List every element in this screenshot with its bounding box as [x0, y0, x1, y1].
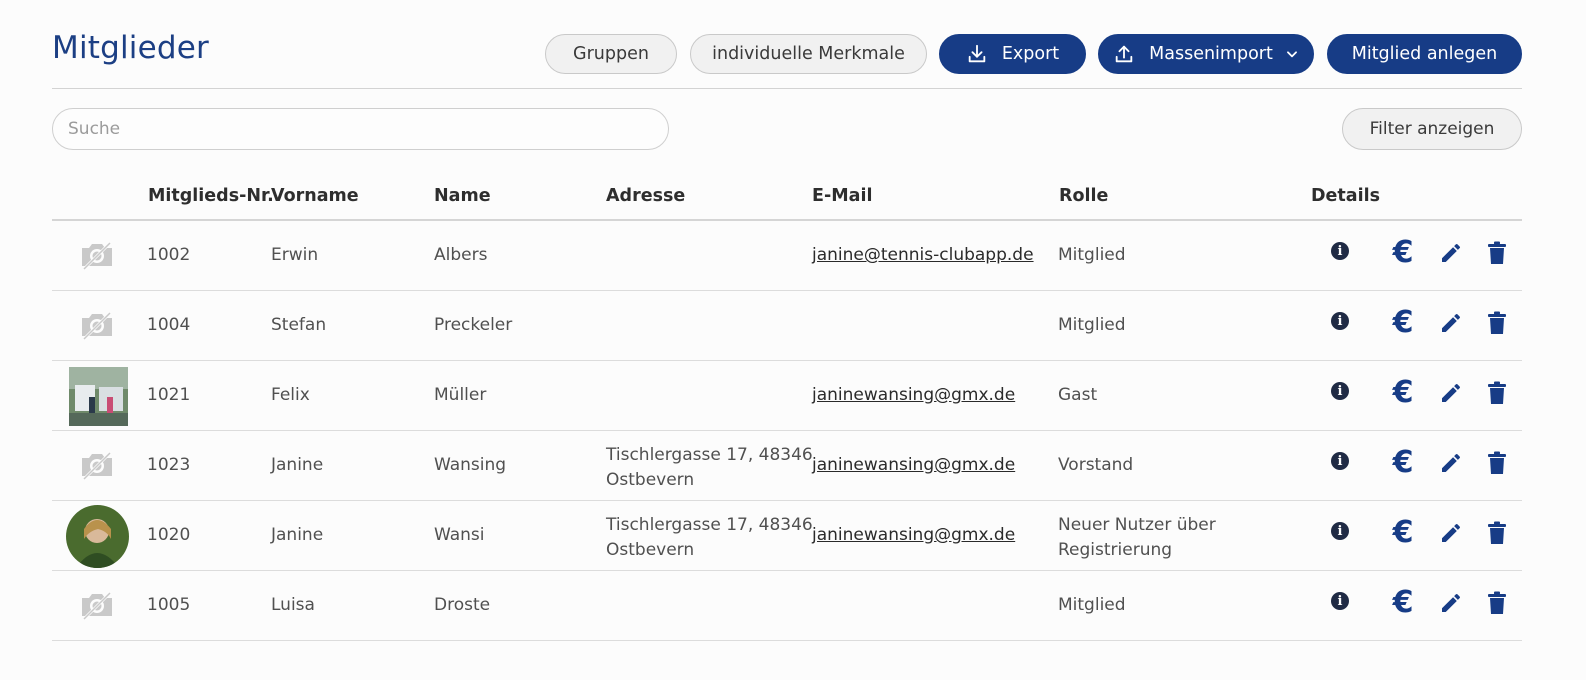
header-lastname[interactable]: Name — [434, 186, 491, 206]
header-email[interactable]: E-Mail — [812, 186, 872, 206]
member-lastname: Wansi — [434, 525, 485, 545]
member-number: 1004 — [147, 315, 191, 335]
member-role: Vorstand — [1058, 455, 1134, 475]
filter-toggle-button[interactable]: Filter anzeigen — [1342, 108, 1522, 150]
member-firstname: Janine — [271, 455, 324, 475]
member-role-line2: Registrierung — [1058, 540, 1173, 560]
member-role: Gast — [1058, 385, 1098, 405]
download-icon — [966, 43, 988, 65]
member-role: Neuer Nutzer über — [1058, 515, 1216, 535]
member-lastname: Preckeler — [434, 315, 513, 335]
chevron-down-icon — [1285, 47, 1299, 61]
member-photo[interactable] — [69, 367, 128, 426]
custom-attributes-button[interactable]: individuelle Merkmale — [690, 34, 927, 74]
pencil-icon[interactable] — [1438, 380, 1464, 406]
camera-off-icon — [79, 309, 115, 345]
trash-icon[interactable] — [1485, 590, 1509, 616]
member-firstname: Stefan — [271, 315, 327, 335]
member-address-line2: Ostbevern — [606, 470, 695, 490]
member-email-link[interactable]: janinewansing@gmx.de — [812, 383, 1015, 408]
member-firstname: Luisa — [271, 595, 315, 615]
create-member-button[interactable]: Mitglied anlegen — [1327, 34, 1522, 74]
trash-icon[interactable] — [1485, 310, 1509, 336]
groups-button-label: Gruppen — [573, 44, 649, 64]
member-address-line1: Tischlergasse 17, 48346 — [606, 515, 813, 535]
table-row[interactable]: 1020 Janine Wansi Tischlergasse 17, 48346 Os… — [52, 501, 1522, 571]
export-button-label: Export — [1001, 44, 1060, 64]
camera-off-icon — [79, 589, 115, 625]
header-firstname[interactable]: Vorname — [271, 186, 359, 206]
member-role: Mitglied — [1058, 245, 1126, 265]
member-lastname: Müller — [434, 385, 487, 405]
header-divider — [52, 88, 1522, 89]
create-member-button-label: Mitglied anlegen — [1351, 44, 1498, 64]
trash-icon[interactable] — [1485, 380, 1509, 406]
trash-icon[interactable] — [1485, 240, 1509, 266]
header-address[interactable]: Adresse — [606, 186, 685, 206]
member-address-line1: Tischlergasse 17, 48346 — [606, 445, 813, 465]
member-email-link[interactable]: janinewansing@gmx.de — [812, 523, 1015, 548]
member-number: 1020 — [147, 525, 191, 545]
info-icon[interactable]: i — [1329, 590, 1351, 612]
info-icon[interactable]: i — [1329, 450, 1351, 472]
pencil-icon[interactable] — [1438, 520, 1464, 546]
member-number: 1021 — [147, 385, 191, 405]
camera-off-icon — [79, 239, 115, 275]
table-row[interactable]: 1005 Luisa Droste Mitglied i € — [52, 571, 1522, 641]
member-email-link[interactable]: janine@tennis-clubapp.de — [812, 243, 1034, 268]
member-role: Mitglied — [1058, 315, 1126, 335]
table-row[interactable]: 1023 Janine Wansing Tischlergasse 17, 48346… — [52, 431, 1522, 501]
member-number: 1023 — [147, 455, 191, 475]
mass-import-button-label: Massenimport — [1149, 44, 1273, 64]
avatar[interactable] — [66, 505, 129, 568]
euro-icon[interactable]: € — [1388, 448, 1418, 478]
member-lastname: Droste — [434, 595, 491, 615]
member-firstname: Felix — [271, 385, 310, 405]
member-firstname: Erwin — [271, 245, 319, 265]
member-firstname: Janine — [271, 525, 324, 545]
mass-import-button[interactable]: Massenimport — [1098, 34, 1314, 74]
search-input[interactable] — [52, 108, 669, 150]
euro-icon[interactable]: € — [1388, 588, 1418, 618]
info-icon[interactable]: i — [1329, 520, 1351, 542]
member-email-link[interactable]: janinewansing@gmx.de — [812, 453, 1015, 478]
pencil-icon[interactable] — [1438, 590, 1464, 616]
member-lastname: Albers — [434, 245, 488, 265]
header-details: Details — [1311, 186, 1380, 206]
pencil-icon[interactable] — [1438, 450, 1464, 476]
groups-button[interactable]: Gruppen — [545, 34, 677, 74]
custom-attributes-button-label: individuelle Merkmale — [712, 44, 905, 64]
table-row[interactable]: 1002 Erwin Albers janine@tennis-clubapp.de M… — [52, 221, 1522, 291]
euro-icon[interactable]: € — [1388, 238, 1418, 268]
member-role: Mitglied — [1058, 595, 1126, 615]
euro-icon[interactable]: € — [1388, 518, 1418, 548]
table-row[interactable]: 1021 Felix Müller janinewansing@gmx.de Gast i… — [52, 361, 1522, 431]
filter-toggle-label: Filter anzeigen — [1369, 119, 1495, 139]
member-lastname: Wansing — [434, 455, 507, 475]
row-divider — [52, 640, 1522, 641]
euro-icon[interactable]: € — [1388, 378, 1418, 408]
table-row[interactable]: 1004 Stefan Preckeler Mitglied i € — [52, 291, 1522, 361]
info-icon[interactable]: i — [1329, 240, 1351, 262]
header-role[interactable]: Rolle — [1059, 186, 1108, 206]
info-icon[interactable]: i — [1329, 380, 1351, 402]
camera-off-icon — [79, 449, 115, 485]
member-number: 1005 — [147, 595, 191, 615]
upload-icon — [1113, 43, 1135, 65]
export-button[interactable]: Export — [939, 34, 1086, 74]
euro-icon[interactable]: € — [1388, 308, 1418, 338]
header-member-number[interactable]: Mitglieds-Nr. — [148, 186, 274, 206]
trash-icon[interactable] — [1485, 450, 1509, 476]
pencil-icon[interactable] — [1438, 240, 1464, 266]
trash-icon[interactable] — [1485, 520, 1509, 546]
member-address-line2: Ostbevern — [606, 540, 695, 560]
pencil-icon[interactable] — [1438, 310, 1464, 336]
member-number: 1002 — [147, 245, 191, 265]
info-icon[interactable]: i — [1329, 310, 1351, 332]
page-title: Mitglieder — [52, 30, 209, 66]
